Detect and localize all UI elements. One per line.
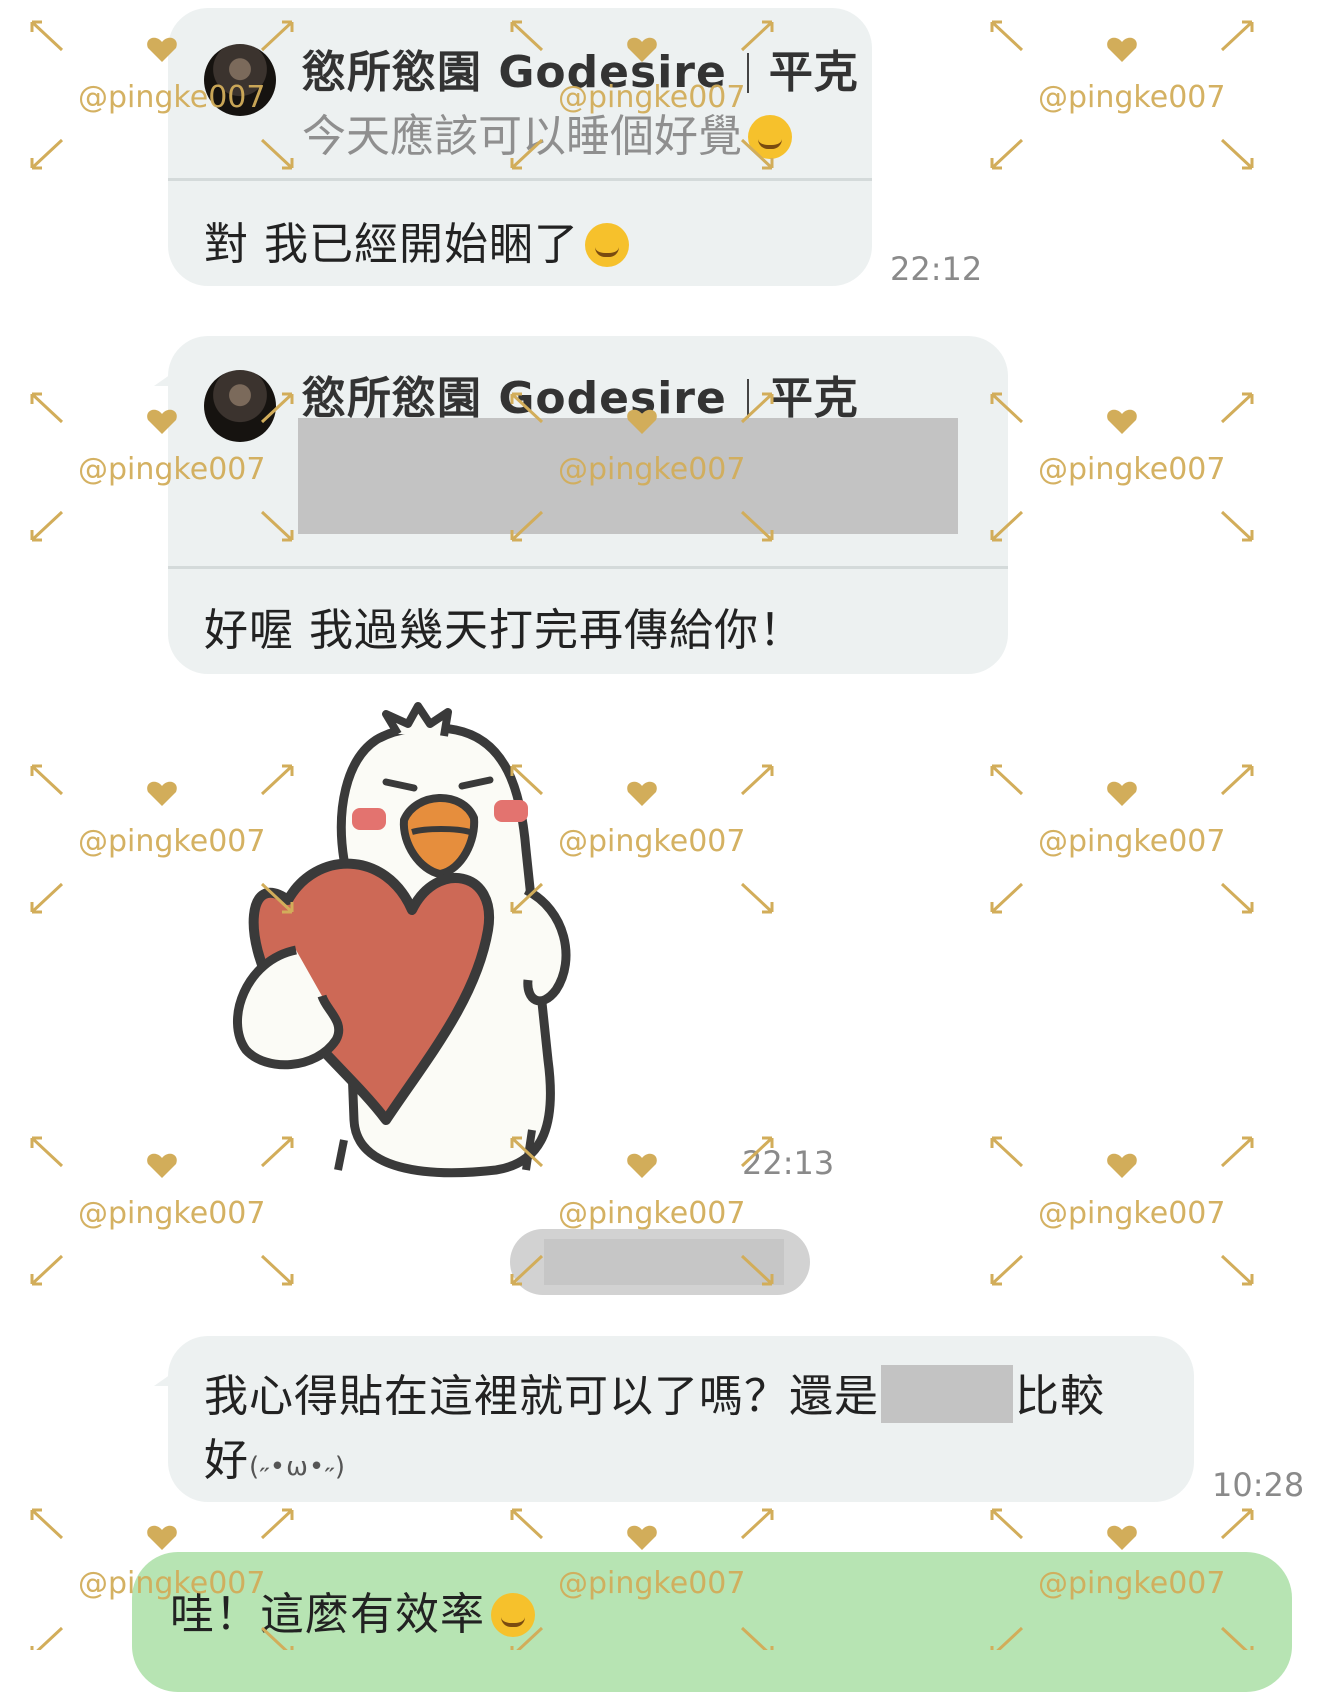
reply-quote[interactable]: 慾所慾園 Godesire 平克: [168, 336, 1008, 569]
heart-eyes-emoji-icon: [491, 1593, 535, 1637]
message-time: 22:13: [742, 1144, 835, 1182]
watermark-text: @pingke007: [558, 1196, 746, 1231]
sender-name: 慾所慾園 Godesire 平克: [302, 373, 859, 424]
smiling-blush-emoji-icon: [748, 115, 792, 159]
message-text: 好喔 我過幾天打完再傳給你！: [204, 605, 804, 656]
watermark-text: @pingke007: [78, 1196, 266, 1231]
separator: [746, 379, 749, 419]
redacted-image: [298, 418, 958, 534]
duck-holding-heart-sticker[interactable]: [226, 700, 626, 1180]
message-bubble-4[interactable]: 我心得貼在這裡就可以了嗎？還是 比較 好(˶•ω•˶): [154, 1336, 1194, 1502]
date-separator-pill: [510, 1229, 810, 1295]
message-text: 對 我已經開始睏了: [204, 208, 629, 272]
message-text-line2: 好(˶•ω•˶): [204, 1435, 347, 1486]
message-bubble-5-outgoing[interactable]: 哇！這麼有效率: [132, 1552, 1292, 1692]
redacted-word: [881, 1365, 1013, 1423]
separator: [746, 53, 749, 93]
watermark-text: @pingke007: [1038, 824, 1226, 859]
watermark-text: @pingke007: [1038, 80, 1226, 115]
message-time: 10:28: [1212, 1466, 1305, 1504]
message-text: 我心得貼在這裡就可以了嗎？還是 比較: [204, 1360, 1105, 1424]
message-text: 哇！這麼有效率: [170, 1578, 535, 1642]
message-time: 22:12: [890, 250, 983, 288]
avatar[interactable]: [204, 44, 276, 116]
kaomoji: (˶•ω•˶): [249, 1452, 347, 1482]
redacted-date: [544, 1239, 784, 1285]
avatar[interactable]: [204, 370, 276, 442]
watermark-text: @pingke007: [1038, 1196, 1226, 1231]
reply-quote[interactable]: 慾所慾園 Godesire 平克 今天應該可以睡個好覺: [168, 8, 872, 181]
sender-name: 慾所慾園 Godesire 平克: [302, 47, 859, 98]
message-bubble-1[interactable]: 慾所慾園 Godesire 平克 今天應該可以睡個好覺 對 我已經開始睏了: [168, 8, 872, 286]
watermark-text: @pingke007: [1038, 452, 1226, 487]
quoted-message-text: 今天應該可以睡個好覺: [302, 100, 792, 164]
rofl-emoji-icon: [585, 223, 629, 267]
message-bubble-2[interactable]: 慾所慾園 Godesire 平克 好喔 我過幾天打完再傳給你！: [154, 336, 1008, 674]
